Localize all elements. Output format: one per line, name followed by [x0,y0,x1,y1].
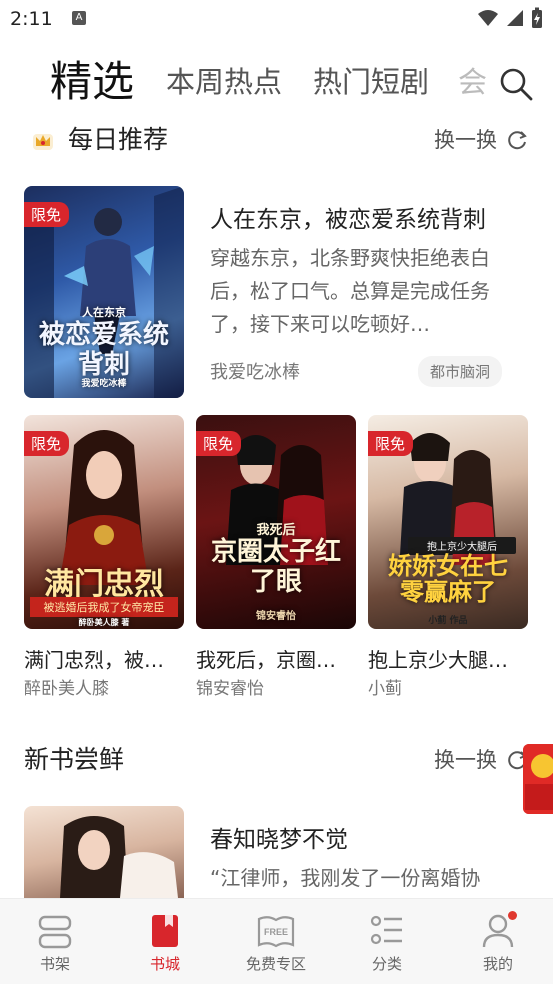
status-bar: 2:11 A [0,0,553,38]
featured-book-title[interactable]: 人在东京，被恋爱系统背刺 [210,200,486,234]
nav-bookshelf[interactable]: 书架 [0,899,110,984]
cover-text: 被恋爱系统背刺 [38,320,169,380]
bookstore-icon [152,915,178,947]
cover-text: 京圈太子红了眼 [210,537,341,597]
free-icon-text: FREE [264,927,288,937]
cover-text-small: 我死后 [256,523,296,538]
wifi-icon [478,10,498,26]
cover-subtitle: 被逃婚后我成了女帝宠臣 [30,597,178,617]
red-envelope-icon[interactable] [523,744,553,814]
tab-weekly-hot[interactable]: 本周热点 [166,52,282,112]
grid-book-title[interactable]: 满门忠烈，被… [24,644,184,673]
refresh-icon [508,131,527,150]
refresh-label: 换一换 [434,128,497,152]
featured-book-tag[interactable]: 都市脑洞 [418,356,503,387]
cover-author: 我爱吃冰棒 [81,379,127,389]
new-books-header: 新书尝鲜 换一换 [0,740,553,780]
free-book-icon: FREE [257,916,295,948]
nav-profile[interactable]: 我的 [443,899,553,984]
category-icon [370,915,402,945]
featured-book-cover[interactable]: 限免 人在东京 被恋爱系统背刺 我爱吃冰棒 [24,186,184,398]
nav-label: 免费专区 [245,955,306,973]
new-books-refresh-button[interactable]: 换一换 [434,740,529,780]
nav-label: 书架 [39,955,70,973]
featured-book[interactable]: 限免 人在东京 被恋爱系统背刺 我爱吃冰棒 人在东京，被恋爱系统背刺 穿越东京，… [24,186,529,398]
featured-book-desc: 穿越东京，北条野爽快拒绝表白后，松了口气。总算是完成任务了，接下来可以吃顿好… [210,246,490,336]
status-time: 2:11 [10,8,53,30]
signal-icon [507,10,523,26]
cover-author: 小蓟 作品 [428,616,468,626]
featured-book-author: 我爱吃冰棒 [210,362,300,383]
bottom-nav: 书架 书城 FREE 免费专区 分类 我的 [0,898,553,984]
cover-text-small: 人在东京 [82,306,126,319]
tab-more[interactable]: 会 [458,52,488,112]
cover-author: 锦安睿怡 [256,611,296,622]
cover-illustration [60,816,178,898]
grid-book-title[interactable]: 抱上京少大腿… [368,644,528,673]
nav-label: 书城 [149,955,180,973]
grid-book-cover[interactable]: 限免 我死后 京圈太子红了眼 锦安睿怡 [196,415,356,629]
cover-author: 醉卧美人膝 著 [78,618,130,627]
new-book-desc: “江律师，我刚发了一份离婚协 [210,866,481,890]
daily-refresh-button[interactable]: 换一换 [434,120,529,160]
cover-text: 娇娇女在七零赢麻了 [388,552,508,606]
tab-short-drama[interactable]: 热门短剧 [313,52,429,112]
grid-book-author: 锦安睿怡 [196,679,264,699]
new-books-title: 新书尝鲜 [24,745,125,774]
bookshelf-icon [38,915,72,949]
top-tabs: 精选 本周热点 热门短剧 会 [0,52,553,112]
search-icon[interactable] [496,64,536,104]
daily-recommend-title: 每日推荐 [68,125,169,154]
nav-bookstore[interactable]: 书城 [110,899,220,984]
status-icons [477,7,543,29]
nav-label: 我的 [482,955,513,973]
notification-dot [508,911,517,920]
grid-book-title[interactable]: 我死后，京圈… [196,644,356,673]
grid-book-author: 小蓟 [368,679,402,699]
free-badge: 限免 [24,431,70,456]
tab-featured[interactable]: 精选 [50,52,134,112]
new-book-cover[interactable] [24,806,184,898]
grid-book-cover[interactable]: 限免 满门忠烈 被逃婚后我成了女帝宠臣 醉卧美人膝 著 [24,415,184,629]
daily-recommend-header: 每日推荐 换一换 [0,120,553,160]
crown-icon [33,134,53,150]
refresh-label: 换一换 [434,748,497,772]
battery-icon [532,7,542,28]
grid-book-cover[interactable]: 限免 抱上京少大腿后 娇娇女在七零赢麻了 小蓟 作品 [368,415,528,629]
nav-free-zone[interactable]: FREE 免费专区 [221,899,331,984]
new-book-title[interactable]: 春知晓梦不觉 [210,820,348,854]
free-badge: 限免 [196,431,242,456]
envelope-graphic [523,744,553,814]
free-badge: 限免 [368,431,414,456]
nav-label: 分类 [371,955,402,973]
nav-category[interactable]: 分类 [332,899,442,984]
grid-book-author: 醉卧美人膝 [24,679,109,699]
notification-icon: A [72,11,86,25]
free-badge: 限免 [24,202,70,227]
